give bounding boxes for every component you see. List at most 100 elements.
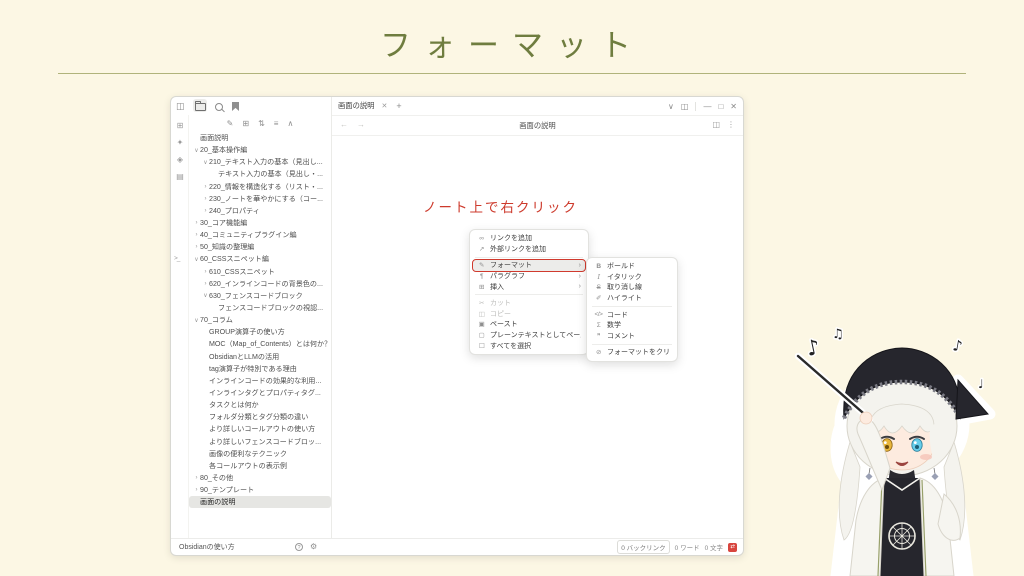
- chevron-right-icon[interactable]: ›: [202, 281, 209, 287]
- minimize-icon[interactable]: —: [703, 102, 711, 111]
- tree-item[interactable]: › 40_コミュニティプラグイン編: [189, 229, 331, 241]
- mascot-illustration: ♪ ♫ ♪ ♩: [782, 322, 1018, 576]
- tree-item[interactable]: タスクとは何か: [189, 399, 331, 411]
- menu-item-format[interactable]: ✎ フォーマット ›: [472, 259, 586, 272]
- maximize-icon[interactable]: □: [718, 102, 723, 111]
- tree-item[interactable]: インラインタグとプロパティタグ...: [189, 387, 331, 399]
- tree-item[interactable]: › 620_インラインコードの背景色の...: [189, 278, 331, 290]
- chevron-down-icon[interactable]: ∨: [193, 147, 200, 154]
- menu-divider: [475, 256, 583, 258]
- menu-item-code[interactable]: </> コード: [590, 309, 674, 320]
- tree-item[interactable]: より詳しいフェンスコードブロッ...: [189, 436, 331, 448]
- tree-item[interactable]: › 230_ノートを華やかにする（コー...: [189, 193, 331, 205]
- tree-item[interactable]: 各コールアウトの表示例: [189, 460, 331, 472]
- menu-item-add-external-link[interactable]: ↗ 外部リンクを追加: [473, 244, 585, 255]
- ribbon-icon-2[interactable]: ✦: [175, 138, 185, 147]
- chevron-down-icon[interactable]: ∨: [193, 317, 200, 324]
- tree-item[interactable]: フェンスコードブロックの視認...: [189, 302, 331, 314]
- vault-switcher[interactable]: Obsidianの使い方 ? ⚙: [171, 539, 332, 555]
- tree-item[interactable]: › 90_テンプレート: [189, 484, 331, 496]
- ribbon-icon-4[interactable]: ▤: [175, 172, 185, 181]
- collapse-all-icon[interactable]: ∧: [287, 119, 293, 128]
- new-note-icon[interactable]: ✎: [227, 119, 234, 128]
- tab-note-title[interactable]: 画面の説明: [338, 101, 374, 111]
- menu-item-select-all[interactable]: ☐ すべてを選択: [473, 340, 585, 351]
- bookmark-icon[interactable]: [232, 102, 239, 111]
- chevron-right-icon[interactable]: ›: [193, 487, 200, 493]
- menu-item-bold[interactable]: B ボールド: [590, 261, 674, 272]
- chevron-down-icon[interactable]: ∨: [193, 256, 200, 263]
- tree-item[interactable]: ∨ 70_コラム: [189, 314, 331, 326]
- tree-item[interactable]: ∨ 630_フェンスコードブロック: [189, 290, 331, 302]
- tree-item[interactable]: テキスト入力の基本（見出し・...: [189, 168, 331, 180]
- menu-item-paste[interactable]: ▣ ペースト: [473, 319, 585, 330]
- menu-item-italic[interactable]: I イタリック: [590, 272, 674, 283]
- tree-item[interactable]: 画面説明: [189, 132, 331, 144]
- tab-close-icon[interactable]: ✕: [381, 102, 387, 110]
- tree-item[interactable]: ∨ 20_基本操作編: [189, 144, 331, 156]
- terminal-icon[interactable]: >_: [174, 255, 181, 262]
- tree-item-label: 80_その他: [200, 474, 234, 482]
- chevron-right-icon[interactable]: ›: [202, 196, 209, 202]
- tree-item[interactable]: › 30_コア機能編: [189, 217, 331, 229]
- sidebar-toggle-icon[interactable]: ◫: [176, 101, 185, 111]
- help-icon[interactable]: ?: [295, 543, 303, 551]
- reading-view-icon[interactable]: ◫: [712, 120, 720, 129]
- more-options-icon[interactable]: ⋮: [727, 120, 735, 129]
- chevron-down-icon[interactable]: ∨: [202, 292, 209, 299]
- tree-item[interactable]: より詳しいコールアウトの使い方: [189, 423, 331, 435]
- vault-name[interactable]: Obsidianの使い方: [179, 542, 235, 552]
- tree-item[interactable]: ∨ 210_テキスト入力の基本（見出し...: [189, 156, 331, 168]
- menu-item-cut: ✂ カット: [473, 298, 585, 309]
- menu-divider: [475, 294, 583, 296]
- files-tab-chip[interactable]: [193, 99, 207, 112]
- tree-item[interactable]: インラインコードの効果的な利用...: [189, 375, 331, 387]
- tree-item[interactable]: tag演算子が特別である理由: [189, 363, 331, 375]
- tree-item[interactable]: MOC（Map_of_Contents）とは何か？: [189, 338, 331, 350]
- new-folder-icon[interactable]: ⊞: [242, 119, 249, 128]
- chevron-right-icon[interactable]: ›: [202, 208, 209, 214]
- tab-dropdown-icon[interactable]: ∨: [668, 102, 674, 111]
- tree-item-label: ObsidianとLLMの活用: [209, 352, 280, 361]
- settings-icon[interactable]: ⚙: [310, 542, 317, 551]
- chevron-right-icon[interactable]: ›: [193, 232, 200, 238]
- chevron-down-icon[interactable]: ∨: [202, 159, 209, 166]
- menu-item-paragraph[interactable]: ¶ パラグラフ ›: [473, 271, 585, 282]
- tree-item[interactable]: 画面の説明: [189, 496, 331, 509]
- tree-item[interactable]: GROUP演算子の使い方: [189, 326, 331, 338]
- backlinks-count[interactable]: 0 バックリンク: [617, 540, 670, 554]
- chevron-right-icon[interactable]: ›: [202, 269, 209, 275]
- new-tab-icon[interactable]: +: [396, 101, 401, 111]
- chevron-right-icon[interactable]: ›: [193, 475, 200, 481]
- search-icon[interactable]: [215, 103, 223, 111]
- right-panel-toggle-icon[interactable]: ◫: [681, 102, 689, 111]
- menu-item-strikethrough[interactable]: S 取り消し線: [590, 282, 674, 293]
- ribbon-icon-1[interactable]: ⊞: [175, 121, 185, 130]
- menu-item-comment[interactable]: ❞ コメント: [590, 331, 674, 342]
- chevron-right-icon[interactable]: ›: [202, 184, 209, 190]
- chevron-right-icon[interactable]: ›: [193, 220, 200, 226]
- list-icon[interactable]: ≡: [274, 119, 279, 128]
- menu-item-add-link[interactable]: ∞ リンクを追加: [473, 233, 585, 244]
- tree-item[interactable]: › 240_プロパティ: [189, 205, 331, 217]
- menu-item-paste-plain[interactable]: ▢ プレーンテキストとしてペースト: [473, 330, 585, 341]
- tree-item[interactable]: 画像の便利なテクニック: [189, 448, 331, 460]
- tree-item[interactable]: ∨ 60_CSSスニペット編: [189, 253, 331, 265]
- tree-item[interactable]: フォルダ分類とタグ分類の違い: [189, 411, 331, 423]
- ribbon-icon-3[interactable]: ◈: [175, 155, 185, 164]
- tree-item[interactable]: › 80_その他: [189, 472, 331, 484]
- menu-item-clear-format[interactable]: ⊘ フォーマットをクリア: [590, 347, 674, 358]
- menu-item-highlight[interactable]: ✐ ハイライト: [590, 293, 674, 304]
- insert-icon: ⊞: [479, 283, 484, 291]
- menu-item-math[interactable]: Σ 数学: [590, 320, 674, 331]
- menu-item-insert[interactable]: ⊞ 挿入 ›: [473, 281, 585, 292]
- tree-item[interactable]: › 50_知識の整理編: [189, 241, 331, 253]
- tree-item[interactable]: ObsidianとLLMの活用: [189, 351, 331, 363]
- add-external-link-icon: ↗: [479, 245, 484, 253]
- sort-icon[interactable]: ⇅: [258, 119, 265, 128]
- sync-alert-icon[interactable]: ⇄: [728, 542, 737, 552]
- tree-item[interactable]: › 610_CSSスニペット: [189, 266, 331, 278]
- tree-item[interactable]: › 220_情報を構造化する（リスト・...: [189, 181, 331, 193]
- close-icon[interactable]: ✕: [730, 102, 737, 111]
- chevron-right-icon[interactable]: ›: [193, 244, 200, 250]
